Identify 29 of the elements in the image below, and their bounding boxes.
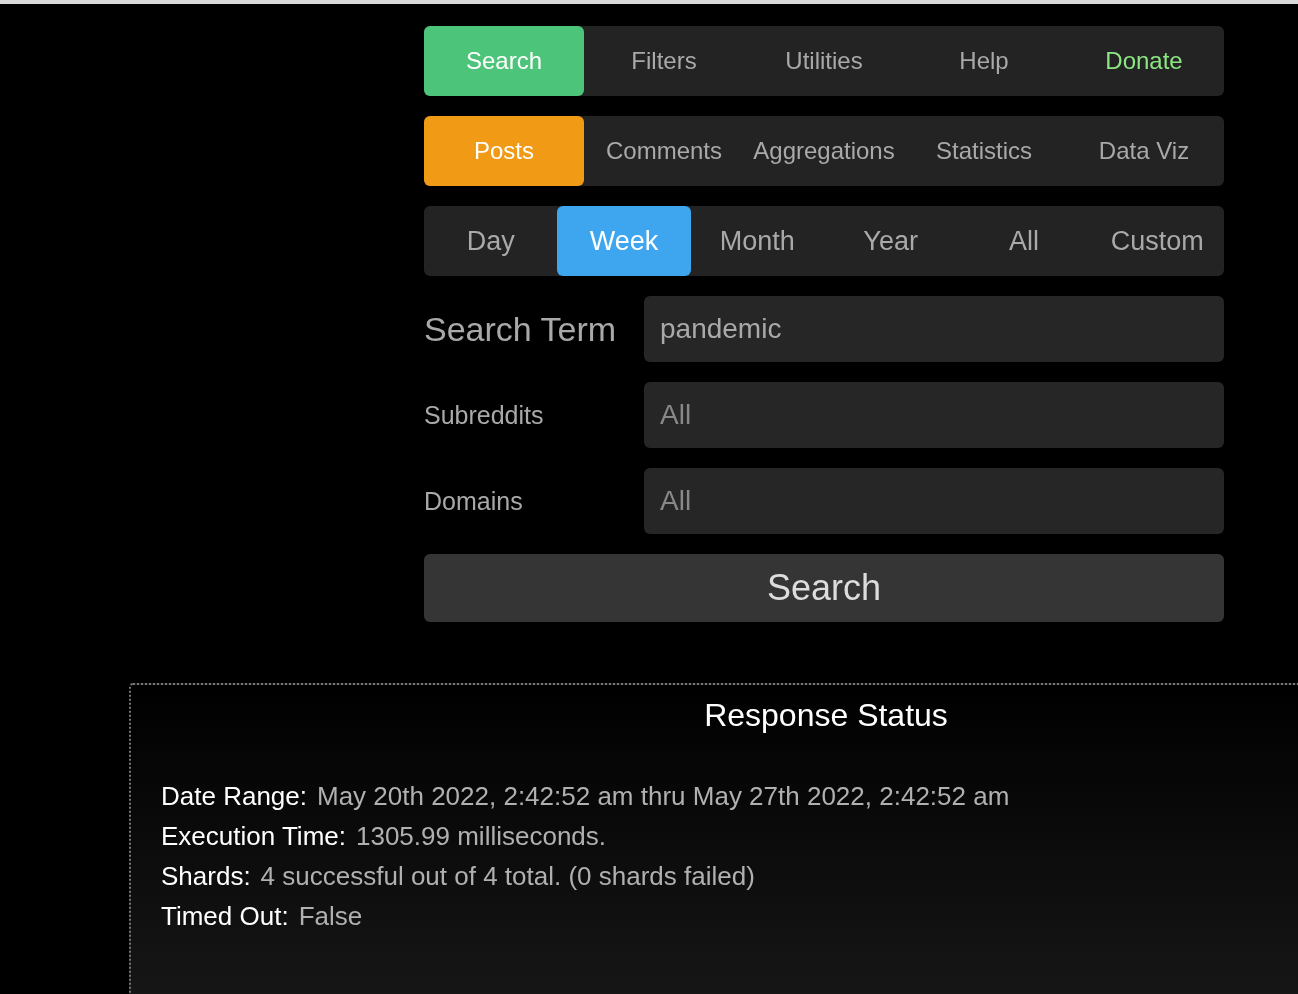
- tab[interactable]: Comments: [584, 116, 744, 186]
- input-field[interactable]: pandemic: [644, 296, 1224, 362]
- tab[interactable]: Donate: [1064, 26, 1224, 96]
- field-label: Search Term: [424, 309, 618, 349]
- panel-title: Response Status: [703, 697, 949, 734]
- tab[interactable]: Help: [904, 26, 1064, 96]
- input-field[interactable]: All: [644, 468, 1224, 534]
- status-label: Execution Time:: [161, 820, 346, 852]
- input-field[interactable]: All: [644, 382, 1224, 448]
- status-value: 1305.99 milliseconds.: [356, 820, 607, 852]
- tab[interactable]: Filters: [584, 26, 744, 96]
- status-value: May 20th 2022, 2:42:52 am thru May 27th 2022, 2:42:52 am: [317, 780, 1010, 812]
- tab[interactable]: Aggregations: [744, 116, 904, 186]
- status-label: Shards:: [161, 860, 251, 892]
- tab[interactable]: Data Viz: [1064, 116, 1224, 186]
- tab[interactable]: Custom: [1090, 206, 1224, 276]
- tab[interactable]: Day: [424, 206, 558, 276]
- tab[interactable]: All: [957, 206, 1091, 276]
- search-button[interactable]: Search: [424, 554, 1224, 622]
- status-label: Timed Out:: [161, 900, 289, 932]
- status-label: Date Range:: [161, 780, 307, 812]
- status-value: False: [298, 900, 363, 932]
- tab[interactable]: Year: [824, 206, 958, 276]
- status-value: 4 successful out of 4 total. (0 shards failed): [260, 860, 755, 892]
- field-label: Domains: [424, 486, 524, 516]
- tab[interactable]: Utilities: [744, 26, 904, 96]
- field-label: Subreddits: [424, 400, 545, 430]
- tab[interactable]: Month: [690, 206, 824, 276]
- tab[interactable]: Statistics: [904, 116, 1064, 186]
